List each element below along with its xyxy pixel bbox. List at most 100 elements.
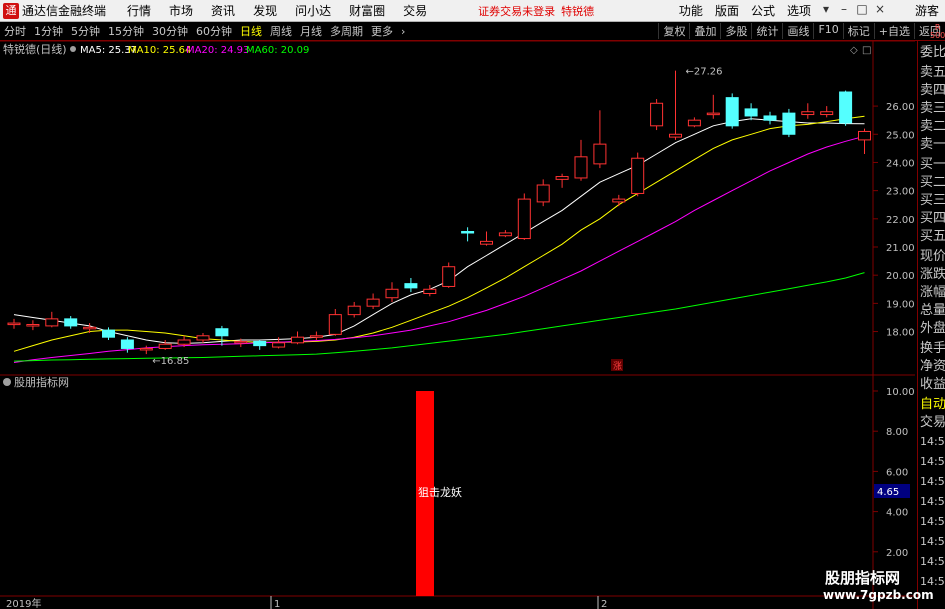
period-1min[interactable]: 1分钟: [30, 23, 67, 39]
menu-layout[interactable]: 版面: [709, 2, 745, 19]
button-add-watchlist[interactable]: +自选: [873, 23, 914, 39]
price-tick-label: 26.00: [886, 102, 915, 113]
moving-average-lines: [13, 115, 865, 363]
ma10-legend: MA10: 25.64: [128, 45, 191, 56]
side-buy5[interactable]: 买五: [920, 229, 945, 245]
settings-dot-icon[interactable]: [70, 46, 76, 52]
indicator-title: 股朋指标网: [14, 375, 69, 389]
menu-markets[interactable]: 市场: [160, 2, 202, 19]
side-outer[interactable]: 外盘: [920, 321, 945, 337]
candle-up: [574, 156, 588, 179]
app-title: 通达信金融终端: [22, 4, 107, 18]
side-trade[interactable]: 交易: [920, 415, 945, 431]
menu-function[interactable]: 功能: [673, 2, 709, 19]
x-label-month-2: 2: [601, 599, 607, 609]
menu-ask[interactable]: 问小达: [286, 2, 340, 19]
button-draw[interactable]: 画线: [782, 23, 813, 39]
maximize-icon[interactable]: □: [853, 2, 871, 19]
candle-up: [480, 240, 493, 245]
menu-arrow-icon[interactable]: ▾: [817, 2, 835, 19]
menu-wealth[interactable]: 财富圈: [340, 2, 394, 19]
side-turnover[interactable]: 换手: [920, 341, 945, 357]
side-price[interactable]: 现价: [920, 249, 945, 265]
menu-discover[interactable]: 发现: [244, 2, 286, 19]
period-more[interactable]: 更多: [367, 23, 397, 39]
close-icon[interactable]: ×: [871, 2, 889, 19]
indicator-tick-label: 4.00: [886, 508, 908, 519]
price-grid: 26.00 25.00 24.00 23.00 22.00 21.00 20.00 19.00…: [873, 102, 915, 339]
side-time-4: 14:56: [920, 495, 945, 508]
side-time-3: 14:56: [920, 475, 945, 488]
candle-up: [631, 157, 645, 194]
minimize-icon[interactable]: –: [835, 2, 853, 19]
button-adjust[interactable]: 复权: [658, 23, 689, 39]
expand-icon[interactable]: □: [862, 45, 871, 56]
period-30min[interactable]: 30分钟: [148, 23, 192, 39]
candle-up: [385, 288, 399, 299]
candle-up: [706, 112, 720, 116]
side-sell2[interactable]: 卖二: [920, 119, 945, 135]
diamond-icon[interactable]: ◇: [850, 45, 858, 56]
side-buy2[interactable]: 买二: [920, 175, 945, 191]
candle-down: [404, 283, 418, 289]
side-weibi[interactable]: 委比: [920, 45, 945, 61]
candle-up: [26, 324, 40, 327]
button-mark[interactable]: 标记: [842, 23, 874, 39]
button-overlay[interactable]: 叠加: [689, 23, 720, 39]
period-daily[interactable]: 日线: [236, 23, 266, 39]
high-label: ←27.26: [686, 67, 723, 78]
button-f10[interactable]: F10: [813, 23, 842, 39]
button-multi-stock[interactable]: 多股: [720, 23, 751, 39]
period-15min[interactable]: 15分钟: [104, 23, 148, 39]
candle-up: [820, 111, 834, 116]
candle-down: [102, 329, 115, 338]
button-stats[interactable]: 统计: [751, 23, 782, 39]
period-5min[interactable]: 5分钟: [67, 23, 104, 39]
guest-label[interactable]: 游客: [915, 2, 939, 19]
period-monthly[interactable]: 月线: [296, 23, 326, 39]
period-60min[interactable]: 60分钟: [192, 23, 236, 39]
period-multi[interactable]: 多周期: [326, 23, 367, 39]
candle-up: [83, 326, 97, 330]
menu-formula[interactable]: 公式: [745, 2, 781, 19]
side-change-pct[interactable]: 涨幅: [920, 285, 945, 301]
side-sell5[interactable]: 卖五: [920, 65, 945, 81]
watermark-text: 股朋指标网: [825, 569, 901, 587]
menu-trade[interactable]: 交易: [394, 2, 436, 19]
indicator-settings-icon[interactable]: [3, 378, 11, 386]
indicator-grid: 10.00 8.00 6.00 4.00 2.00: [873, 387, 915, 559]
side-earnings[interactable]: 收益: [920, 377, 945, 393]
indicator-tick-label: 6.00: [886, 467, 908, 478]
side-auto[interactable]: 自动: [920, 397, 945, 413]
candle-down: [725, 97, 739, 127]
side-net-assets[interactable]: 净资: [920, 359, 945, 375]
side-volume[interactable]: 总量: [920, 303, 945, 319]
side-change[interactable]: 涨跌: [920, 267, 945, 283]
candle-up: [650, 102, 664, 127]
side-top-badge[interactable]: R 500: [930, 24, 945, 40]
period-weekly[interactable]: 周线: [266, 23, 296, 39]
side-sell4[interactable]: 卖四: [920, 83, 945, 99]
chevron-right-icon[interactable]: ›: [397, 25, 409, 38]
side-buy3[interactable]: 买三: [920, 193, 945, 209]
menu-market[interactable]: 行情: [118, 2, 160, 19]
side-sell1[interactable]: 卖一: [920, 137, 945, 153]
candle-up: [366, 298, 380, 307]
indicator-tick-label: 2.00: [886, 548, 908, 559]
trade-status[interactable]: 证券交易未登录: [478, 3, 555, 19]
candle-up: [309, 335, 323, 338]
menu-news[interactable]: 资讯: [202, 2, 244, 19]
menu-options[interactable]: 选项: [781, 2, 817, 19]
candle-up: [517, 198, 531, 240]
period-intraday[interactable]: 分时: [0, 23, 30, 39]
price-tick-label: 25.00: [886, 130, 915, 141]
side-sell3[interactable]: 卖三: [920, 101, 945, 117]
candle-up: [442, 266, 456, 287]
chart-canvas[interactable]: 特锐德(日线) MA5: 25.37 MA10: 25.64 MA20: 24.…: [0, 41, 915, 609]
candle-up: [291, 336, 304, 344]
side-buy1[interactable]: 买一: [920, 157, 945, 173]
x-label-month-1: 1: [274, 599, 280, 609]
app-logo-icon: 通: [3, 2, 19, 19]
candle-up: [45, 318, 59, 327]
side-buy4[interactable]: 买四: [920, 211, 945, 227]
